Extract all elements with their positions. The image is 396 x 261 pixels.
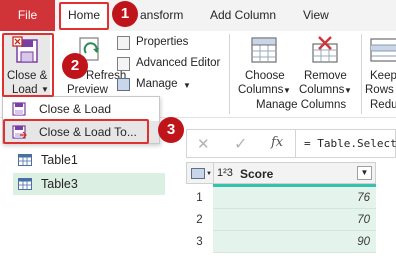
formula-divider	[295, 130, 296, 157]
remove-columns-label-2: Columns	[299, 84, 345, 96]
manage-icon	[117, 78, 130, 91]
properties-label: Properties	[136, 36, 189, 48]
table-row[interactable]: 3 90	[186, 231, 376, 253]
header-divider	[213, 163, 214, 183]
choose-columns-button[interactable]: Choose Columns ▼	[236, 33, 292, 97]
row-number: 2	[196, 214, 203, 226]
menu-item-label: Close & Load	[39, 102, 112, 116]
advanced-editor-icon	[117, 57, 130, 71]
keep-rows-button[interactable]: Keep Rows	[365, 33, 396, 97]
chevron-down-icon: ▼	[283, 86, 291, 95]
query-label: Table1	[41, 153, 78, 167]
step-badge-2: 2	[62, 53, 88, 79]
properties-button[interactable]: Properties	[117, 33, 225, 53]
cancel-icon[interactable]: ✕	[197, 135, 210, 153]
remove-columns-icon	[312, 36, 338, 63]
choose-columns-label: Choose	[245, 70, 285, 82]
fx-icon[interactable]: fx	[271, 135, 283, 150]
manage-button[interactable]: Manage ▼	[117, 75, 225, 95]
properties-icon	[117, 36, 130, 50]
step-badge-1: 1	[112, 1, 138, 27]
table-icon	[18, 154, 32, 166]
reduce-rows-group-label: Redu	[370, 99, 396, 111]
remove-columns-button[interactable]: Remove Columns ▼	[297, 33, 353, 97]
formula-bar: ✕ ✓ fx = Table.Select	[186, 129, 396, 158]
manage-label: Manage	[136, 78, 178, 90]
check-icon[interactable]: ✓	[234, 134, 247, 154]
advanced-editor-label: Advanced Editor	[136, 57, 221, 69]
highlight-close-load-button	[2, 33, 54, 97]
highlight-close-load-to	[3, 119, 149, 144]
ribbon-separator	[361, 34, 362, 114]
row-number: 3	[196, 236, 203, 248]
close-load-icon	[12, 102, 26, 116]
manage-columns-group-label: Manage Columns	[256, 99, 347, 111]
tab-transform[interactable]: ansform	[140, 0, 183, 31]
row-number: 1	[196, 192, 203, 204]
remove-columns-label: Remove	[304, 70, 347, 82]
choose-columns-label-2: Columns	[238, 84, 284, 96]
table-row[interactable]: 1 76	[186, 187, 376, 209]
score-cell[interactable]: 90	[213, 231, 376, 253]
grid-header-row: ▼ 1²3 Score ▼	[186, 162, 376, 184]
query-item-table3[interactable]: Table3	[13, 173, 165, 195]
column-filter-dropdown[interactable]: ▼	[357, 166, 372, 180]
chevron-down-icon: ▼	[183, 81, 191, 90]
column-header-score[interactable]: Score	[240, 167, 273, 181]
advanced-editor-button[interactable]: Advanced Editor	[117, 54, 225, 74]
keep-rows-label-2: Rows	[365, 84, 394, 96]
table-row[interactable]: 2 70	[186, 209, 376, 231]
score-cell[interactable]: 70	[213, 209, 376, 231]
keep-rows-label: Keep	[370, 70, 396, 82]
table-icon	[18, 178, 32, 190]
keep-rows-icon	[370, 38, 396, 62]
highlight-home-tab	[59, 2, 109, 30]
formula-input[interactable]: = Table.Select	[304, 137, 396, 150]
ribbon-separator	[229, 34, 230, 114]
query-item-table1[interactable]: Table1	[13, 149, 165, 171]
chevron-down-icon: ▼	[206, 171, 212, 177]
score-cell[interactable]: 76	[213, 187, 376, 209]
query-label: Table3	[41, 177, 78, 191]
tab-file[interactable]: File	[0, 0, 55, 31]
tab-view[interactable]: View	[303, 0, 329, 31]
choose-columns-icon	[251, 37, 277, 63]
table-menu-icon[interactable]	[191, 168, 205, 179]
tab-add-column[interactable]: Add Column	[210, 0, 276, 31]
menu-item-close-load[interactable]: Close & Load	[3, 98, 159, 120]
refresh-preview-label-2: Preview	[67, 84, 108, 96]
type-number-icon[interactable]: 1²3	[217, 167, 233, 179]
chevron-down-icon: ▼	[344, 86, 352, 95]
step-badge-3: 3	[158, 117, 184, 143]
